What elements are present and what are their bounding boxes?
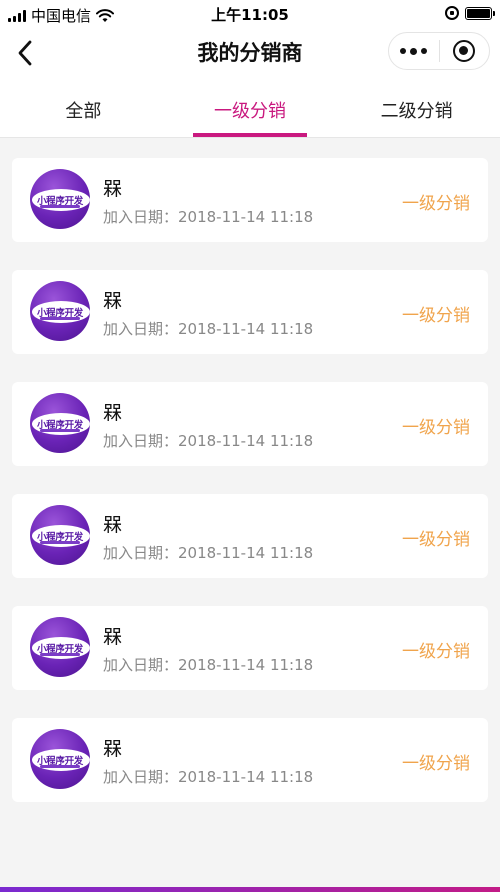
distributor-name: 槑	[103, 738, 123, 760]
distributor-card[interactable]: 小程序开发 槑 加入日期：2018-11-14 11:18 一级分销	[12, 606, 488, 690]
join-date: 加入日期：2018-11-14 11:18	[103, 656, 314, 674]
join-date: 加入日期：2018-11-14 11:18	[103, 544, 314, 562]
more-dots-icon	[400, 47, 428, 55]
join-date: 加入日期：2018-11-14 11:18	[103, 768, 314, 786]
level-badge: 一级分销	[402, 754, 470, 774]
tab-level-two[interactable]: 二级分销	[333, 78, 500, 137]
avatar: 小程序开发	[30, 505, 90, 565]
avatar: 小程序开发	[30, 281, 90, 341]
miniprogram-capsule	[388, 32, 490, 70]
level-badge: 一级分销	[402, 306, 470, 326]
distributor-name: 槑	[103, 626, 123, 648]
level-badge: 一级分销	[402, 418, 470, 438]
level-badge: 一级分销	[402, 194, 470, 214]
level-badge: 一级分销	[402, 642, 470, 662]
distributor-card[interactable]: 小程序开发 槑 加入日期：2018-11-14 11:18 一级分销	[12, 718, 488, 802]
avatar: 小程序开发	[30, 169, 90, 229]
tab-all[interactable]: 全部	[0, 78, 167, 137]
distributor-name: 槑	[103, 402, 123, 424]
close-miniprogram-button[interactable]	[440, 33, 490, 69]
status-right	[445, 6, 495, 20]
distributor-card[interactable]: 小程序开发 槑 加入日期：2018-11-14 11:18 一级分销	[12, 382, 488, 466]
target-icon	[453, 40, 476, 62]
join-date: 加入日期：2018-11-14 11:18	[103, 320, 314, 338]
more-button[interactable]	[389, 33, 439, 69]
tab-level-one[interactable]: 一级分销	[167, 78, 334, 137]
distributor-card[interactable]: 小程序开发 槑 加入日期：2018-11-14 11:18 一级分销	[12, 158, 488, 242]
distributor-card[interactable]: 小程序开发 槑 加入日期：2018-11-14 11:18 一级分销	[12, 270, 488, 354]
distributor-name: 槑	[103, 290, 123, 312]
status-bar: 中国电信 上午11:05	[0, 0, 500, 28]
bottom-accent-bar	[0, 887, 500, 892]
tab-bar: 全部 一级分销 二级分销	[0, 78, 500, 138]
avatar: 小程序开发	[30, 729, 90, 789]
join-date: 加入日期：2018-11-14 11:18	[103, 432, 314, 450]
level-badge: 一级分销	[402, 530, 470, 550]
distributor-name: 槑	[103, 178, 123, 200]
avatar: 小程序开发	[30, 393, 90, 453]
distributor-card[interactable]: 小程序开发 槑 加入日期：2018-11-14 11:18 一级分销	[12, 494, 488, 578]
distributor-name: 槑	[103, 514, 123, 536]
join-date: 加入日期：2018-11-14 11:18	[103, 208, 314, 226]
nav-bar: 我的分销商	[0, 28, 500, 78]
page: 中国电信 上午11:05 我的分销商 全部 一级分销 二级分销 小程序开发 槑 …	[0, 0, 500, 892]
distributor-list: 小程序开发 槑 加入日期：2018-11-14 11:18 一级分销 小程序开发…	[12, 158, 488, 830]
battery-icon	[465, 6, 495, 20]
status-time: 上午11:05	[211, 6, 289, 24]
avatar: 小程序开发	[30, 617, 90, 677]
rotation-lock-icon	[445, 6, 459, 20]
